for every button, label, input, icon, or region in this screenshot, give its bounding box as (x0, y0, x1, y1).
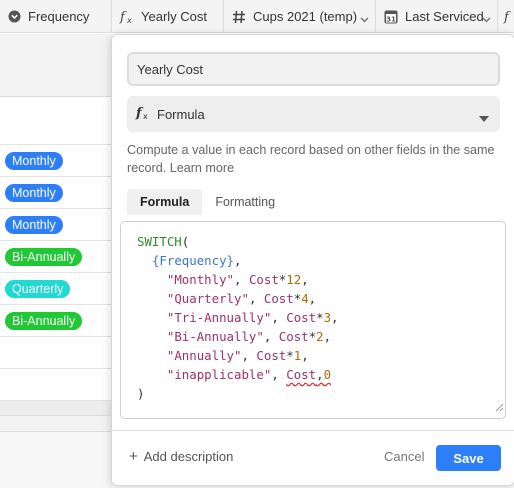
formula-editor[interactable]: SWITCH( {Frequency}, "Monthly", Cost*12,… (120, 221, 506, 419)
table-row (0, 432, 112, 488)
chevron-down-icon[interactable] (482, 12, 491, 27)
formula-line: {Frequency}, (151, 253, 242, 268)
grid-header: Frequency fx Yearly Cost Cups 2021 (temp… (0, 0, 514, 33)
single-select-icon (6, 10, 22, 23)
table-row[interactable] (0, 369, 112, 401)
frequency-pill: Bi-Annually (5, 312, 83, 330)
table-row[interactable] (0, 337, 112, 369)
frequency-pill: Monthly (5, 184, 63, 202)
calendar-day-text: 31 (386, 15, 396, 23)
column-header-label: Cups 2021 (temp) (253, 9, 358, 24)
calendar-icon: 31 (383, 10, 399, 24)
dialog-divider (112, 430, 514, 431)
svg-text:x: x (126, 16, 132, 25)
formula-line: "inapplicable", Cost,0 (166, 367, 332, 382)
table-row[interactable]: Bi-Annually (0, 305, 112, 337)
tab-label: Formula (140, 195, 190, 209)
config-tabs: Formula Formatting (127, 189, 288, 215)
formula-line: "Tri-Annually", Cost*3, (166, 310, 339, 325)
group-footer (0, 401, 112, 416)
table-row[interactable]: Monthly (0, 209, 112, 241)
formula-line: SWITCH( (137, 234, 190, 249)
table-row[interactable] (0, 97, 112, 145)
formula-icon: fx (135, 105, 151, 124)
column-header-last-serviced[interactable]: 31 Last Serviced (376, 0, 498, 33)
formula-icon: f (503, 9, 514, 25)
field-type-label: Formula (157, 106, 205, 122)
formula-line: "Quarterly", Cost*4, (166, 291, 317, 306)
table-row[interactable]: Monthly (0, 145, 112, 177)
frequency-pill: Bi-Annually (5, 248, 83, 266)
add-description-label: Add description (143, 449, 234, 464)
column-header-label: Frequency (28, 9, 90, 24)
chevron-down-icon[interactable] (360, 12, 369, 27)
resize-handle-icon[interactable] (495, 398, 504, 417)
svg-text:f: f (119, 10, 127, 25)
number-icon (231, 10, 247, 24)
formula-line: "Bi-Annually", Cost*2, (166, 329, 332, 344)
tab-formatting[interactable]: Formatting (202, 189, 288, 215)
formula-line: "Monthly", Cost*12, (166, 272, 309, 287)
frequency-pill: Monthly (5, 152, 63, 170)
column-header-yearly-cost[interactable]: fx Yearly Cost (112, 0, 224, 33)
column-header-label: Yearly Cost (141, 9, 207, 24)
save-button[interactable]: Save (436, 445, 501, 471)
column-header-formula-partial[interactable]: f (498, 0, 514, 33)
cancel-button[interactable]: Cancel (384, 449, 424, 464)
frequency-pill: Quarterly (5, 280, 71, 298)
tab-formula[interactable]: Formula (127, 189, 203, 215)
group-header (0, 34, 112, 97)
learn-more-link[interactable]: Learn more (170, 161, 234, 175)
svg-text:f: f (503, 10, 511, 25)
frequency-pill: Monthly (5, 216, 63, 234)
field-config-dialog: fx Formula Compute a value in each recor… (111, 34, 514, 486)
table-row[interactable]: Quarterly (0, 273, 112, 305)
svg-text:x: x (143, 112, 148, 121)
caret-down-icon (479, 111, 489, 126)
table-row[interactable]: Bi-Annually (0, 241, 112, 273)
table-row[interactable]: Monthly (0, 177, 112, 209)
add-description-button[interactable]: + Add description (129, 448, 233, 465)
field-type-select[interactable]: fx Formula (127, 96, 500, 132)
formula-line: ) (137, 386, 145, 401)
field-type-description: Compute a value in each record based on … (127, 141, 502, 177)
field-name-input[interactable] (127, 52, 500, 86)
tab-label: Formatting (215, 195, 276, 209)
column-header-label: Last Serviced (405, 9, 484, 24)
formula-icon: fx (119, 9, 135, 25)
plus-icon: + (129, 448, 138, 465)
group-header (0, 416, 112, 432)
formula-line: "Annually", Cost*1, (166, 348, 309, 363)
column-header-cups-2021[interactable]: Cups 2021 (temp) (224, 0, 376, 33)
column-header-frequency[interactable]: Frequency (0, 0, 112, 33)
